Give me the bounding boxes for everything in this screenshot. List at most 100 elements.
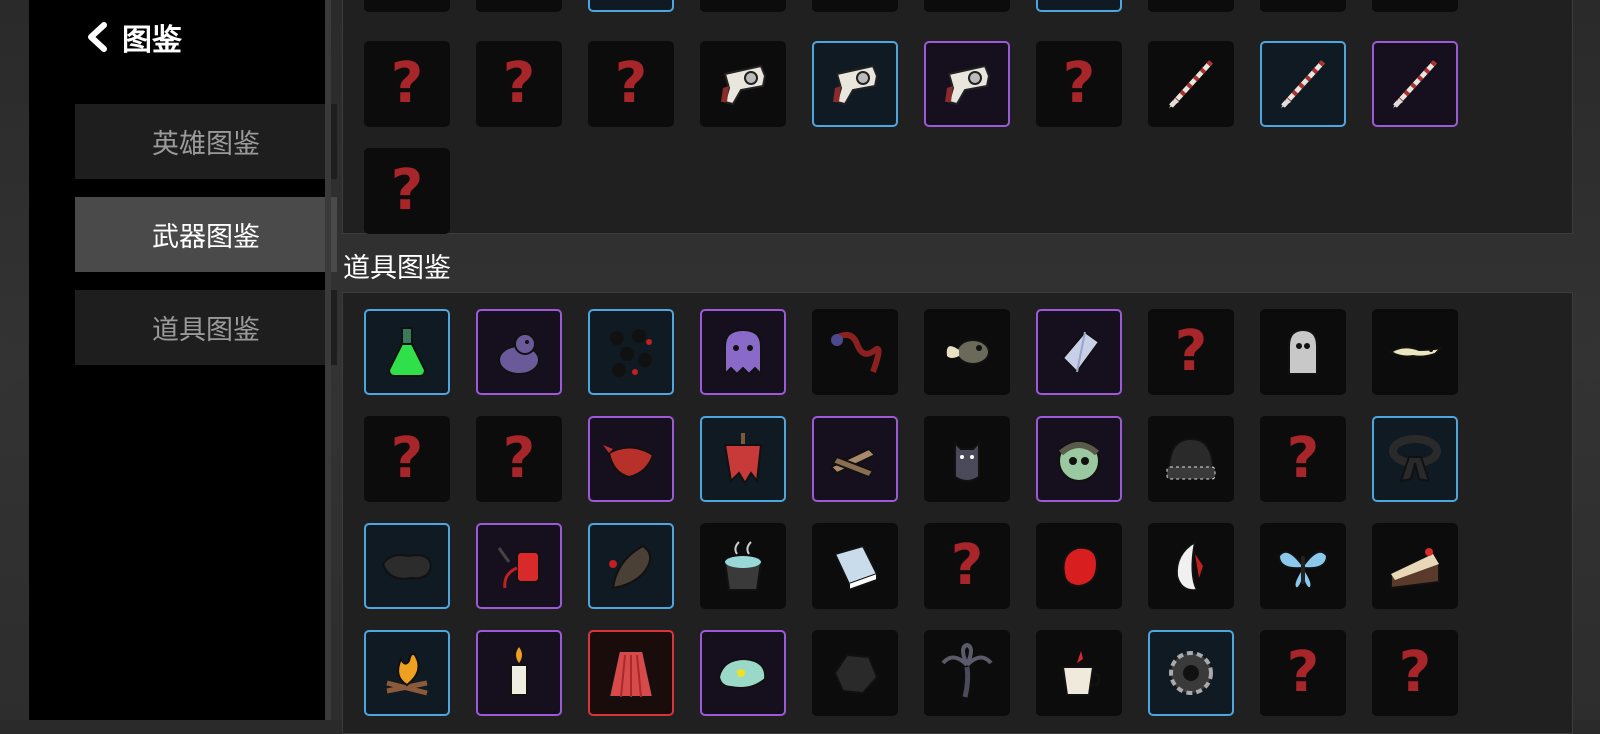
item-tile[interactable] xyxy=(924,416,1010,502)
item-tile[interactable] xyxy=(812,523,898,609)
weapon-tile[interactable] xyxy=(700,41,786,127)
tab-label: 道具图鉴 xyxy=(152,315,260,346)
item-tile[interactable] xyxy=(1260,523,1346,609)
item-tile[interactable] xyxy=(1372,309,1458,395)
weapon-tile[interactable]: ? xyxy=(1372,0,1458,12)
weapon-tile[interactable]: ? xyxy=(364,41,450,127)
cake-slice-icon xyxy=(1390,548,1440,590)
item-tile[interactable] xyxy=(924,309,1010,395)
unknown-icon xyxy=(599,0,663,1)
item-tile[interactable]: ? xyxy=(476,416,562,502)
blob-creature-icon xyxy=(498,333,540,375)
item-tile[interactable] xyxy=(588,416,674,502)
item-tile[interactable] xyxy=(1036,630,1122,716)
item-tile[interactable] xyxy=(364,523,450,609)
revolver-icon xyxy=(721,64,767,106)
zombie-head-icon xyxy=(1058,440,1100,482)
item-tile[interactable] xyxy=(364,630,450,716)
weapon-tile[interactable]: ? xyxy=(364,148,450,234)
item-tile[interactable] xyxy=(700,523,786,609)
item-tile[interactable] xyxy=(700,309,786,395)
item-tile[interactable] xyxy=(476,523,562,609)
item-tile[interactable] xyxy=(1372,523,1458,609)
item-tile[interactable] xyxy=(588,309,674,395)
item-tile[interactable] xyxy=(812,309,898,395)
weapon-tile[interactable]: ? xyxy=(1148,0,1234,12)
question-mark-icon: ? xyxy=(950,533,984,598)
gear-icon xyxy=(1169,651,1213,695)
weapon-tile[interactable] xyxy=(812,41,898,127)
black-pellets-icon xyxy=(610,329,652,377)
weapon-tile[interactable] xyxy=(924,41,1010,127)
item-tile[interactable] xyxy=(1148,630,1234,716)
item-tile[interactable] xyxy=(1372,416,1458,502)
item-tile[interactable] xyxy=(1036,309,1122,395)
item-tile[interactable] xyxy=(700,416,786,502)
item-tile[interactable]: ? xyxy=(1148,309,1234,395)
item-tile[interactable] xyxy=(1148,523,1234,609)
item-tile[interactable] xyxy=(588,630,674,716)
item-tile[interactable] xyxy=(812,630,898,716)
item-tile[interactable]: ? xyxy=(1260,630,1346,716)
red-cape-icon xyxy=(607,650,655,698)
item-tile[interactable] xyxy=(364,309,450,395)
item-tile[interactable] xyxy=(1260,309,1346,395)
weapon-tile[interactable] xyxy=(1260,41,1346,127)
item-tile[interactable] xyxy=(1148,416,1234,502)
question-mark-icon: ? xyxy=(1286,640,1320,705)
question-mark-icon: ? xyxy=(1174,319,1208,384)
weapon-tile[interactable]: ? xyxy=(476,41,562,127)
weapon-tile[interactable] xyxy=(1148,41,1234,127)
item-tile[interactable]: ? xyxy=(1260,416,1346,502)
weapon-tile[interactable]: ? xyxy=(700,0,786,12)
item-tile[interactable] xyxy=(476,309,562,395)
weapon-tile[interactable]: ? xyxy=(812,0,898,12)
serpent-icon xyxy=(831,331,882,374)
item-tile[interactable] xyxy=(588,523,674,609)
weapon-tile[interactable] xyxy=(1372,41,1458,127)
question-mark-icon: ? xyxy=(1286,426,1320,491)
revolver-icon xyxy=(833,64,879,106)
item-tile[interactable] xyxy=(1036,523,1122,609)
question-mark-icon: ? xyxy=(1398,640,1432,705)
item-tile[interactable]: ? xyxy=(364,416,450,502)
tab-item-codex[interactable]: 道具图鉴 xyxy=(75,290,337,365)
weapon-tile[interactable] xyxy=(588,0,674,12)
item-tile[interactable] xyxy=(1036,416,1122,502)
red-bandana-icon xyxy=(603,445,655,479)
item-tile[interactable]: ? xyxy=(924,523,1010,609)
beanie-hat-icon xyxy=(1166,437,1216,480)
steaming-pot-icon xyxy=(723,541,763,591)
tab-label: 武器图鉴 xyxy=(152,222,260,253)
back-button[interactable]: 图鉴 xyxy=(84,17,182,58)
item-tile[interactable] xyxy=(476,630,562,716)
potion-flask-icon xyxy=(387,327,427,377)
tab-hero-codex[interactable]: 英雄图鉴 xyxy=(75,104,337,179)
lizard-icon xyxy=(1389,346,1445,358)
weapon-tile[interactable]: ? xyxy=(588,41,674,127)
weapon-tile[interactable] xyxy=(924,0,1010,12)
weapon-tile[interactable] xyxy=(476,0,562,12)
weapon-tile[interactable]: ? xyxy=(364,0,450,12)
weapon-tile[interactable]: ? xyxy=(1260,0,1346,12)
fang-icon xyxy=(1175,539,1203,592)
black-belt-icon xyxy=(1389,435,1441,483)
weapon-tile[interactable] xyxy=(1036,0,1122,12)
items-section-title: 道具图鉴 xyxy=(343,253,451,284)
black-cloth-icon xyxy=(381,554,433,580)
weapon-grid-panel: ??????????? xyxy=(342,0,1573,234)
weapon-tile[interactable]: ? xyxy=(1036,41,1122,127)
candle-icon xyxy=(510,647,528,696)
item-tile[interactable] xyxy=(812,416,898,502)
eel-icon xyxy=(946,339,990,365)
unknown-icon xyxy=(935,0,999,1)
unknown-icon xyxy=(487,0,551,1)
black-rock-icon xyxy=(833,653,879,695)
item-tile[interactable] xyxy=(700,630,786,716)
item-tile[interactable]: ? xyxy=(1372,630,1458,716)
spear-icon xyxy=(1169,60,1213,108)
tab-weapon-codex[interactable]: 武器图鉴 xyxy=(75,197,337,272)
wooden-planks-icon xyxy=(829,447,877,479)
blood-bag-icon xyxy=(497,547,540,589)
item-tile[interactable] xyxy=(924,630,1010,716)
